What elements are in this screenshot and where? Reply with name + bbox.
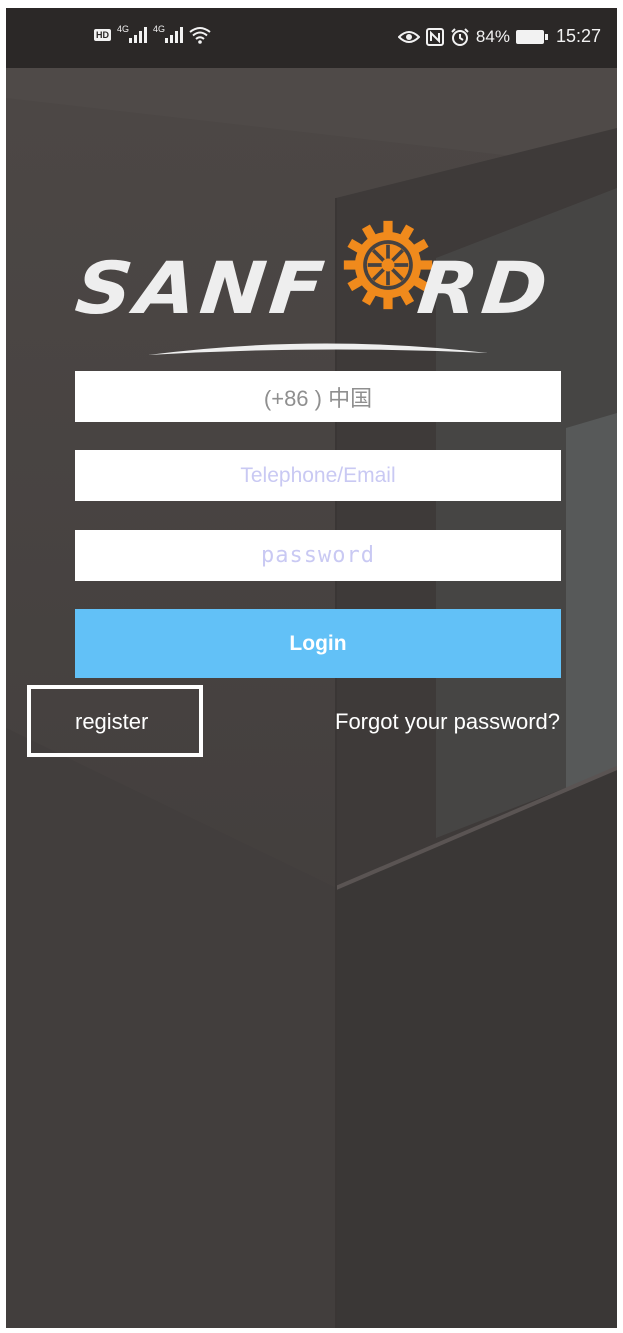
login-screen: HD 4G 4G 84% 15:27 SANF RD (+86) 中国 Tel… [6,8,617,1328]
country-code-selector[interactable]: (+86 ) 中国 [75,371,561,422]
password-input[interactable]: password [75,530,561,581]
hd-icon: HD [94,29,111,41]
alarm-icon [450,27,470,47]
account-input[interactable]: Telephone/Email [75,450,561,501]
logo-text-left: SANF [71,247,332,331]
signal-4g-icon: 4G [153,24,184,43]
status-left: HD 4G 4G [94,24,211,44]
logo-text-right: RD [413,247,556,331]
status-right: 84% 15:27 [397,26,601,47]
battery-icon [515,29,548,44]
signal-4g-icon: 4G [117,24,148,43]
logo-swoosh [148,343,488,355]
login-button[interactable]: Login [75,609,561,678]
register-link[interactable]: register [75,709,148,735]
forgot-password-link[interactable]: Forgot your password? [335,709,560,735]
clock: 15:27 [555,26,601,46]
wifi-icon [189,26,211,44]
sanford-logo: SANF RD [68,213,568,358]
eye-icon [397,29,420,45]
battery-percent: 84% [475,26,510,46]
nfc-icon [425,27,444,46]
status-bar: HD 4G 4G 84% 15:27 [6,8,617,68]
